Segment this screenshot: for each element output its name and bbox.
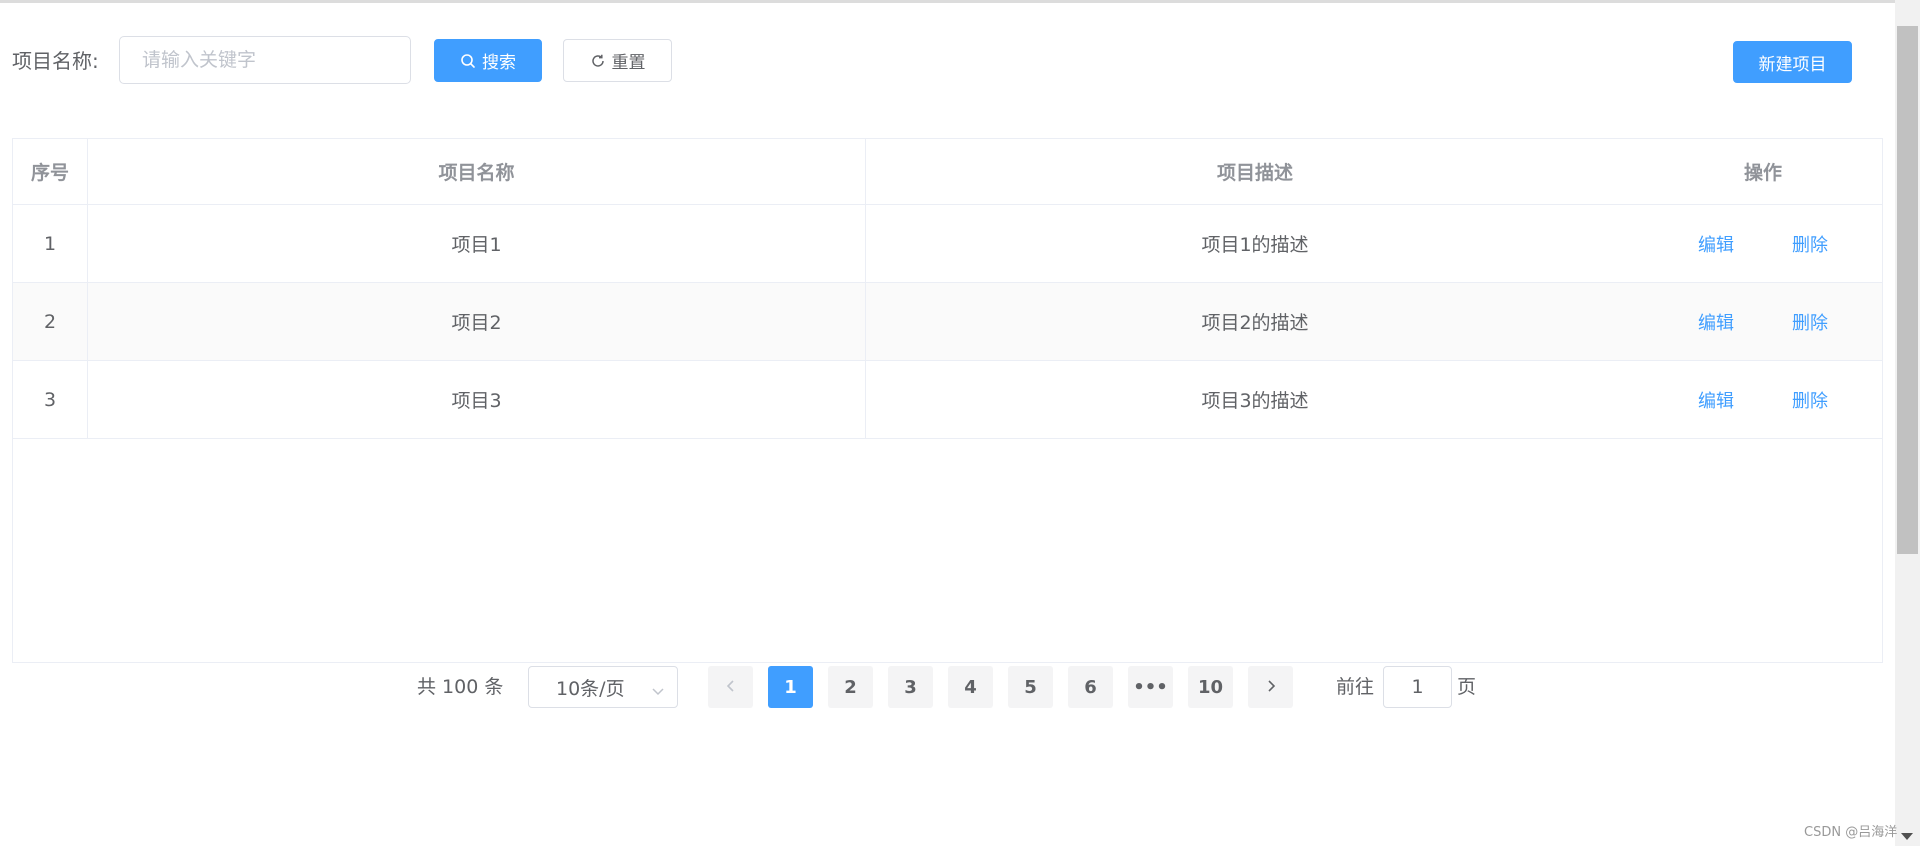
edit-link[interactable]: 编辑 — [1698, 231, 1734, 257]
row-operations: 编辑 删除 — [1644, 283, 1882, 360]
header-operations: 操作 — [1743, 162, 1782, 184]
row-name: 项目1 — [88, 205, 866, 282]
search-button[interactable]: 搜索 — [434, 39, 542, 82]
page-size-select[interactable]: 10条/页 — [528, 666, 678, 708]
page-button[interactable]: 4 — [948, 666, 993, 708]
table-row: 1 项目1 项目1的描述 编辑 删除 — [13, 205, 1882, 283]
goto-suffix: 页 — [1457, 676, 1477, 698]
pagination-total: 共 100 条 — [417, 676, 504, 698]
delete-link[interactable]: 删除 — [1792, 387, 1828, 413]
row-index: 3 — [13, 361, 88, 438]
new-project-button-label: 新建项目 — [1758, 54, 1827, 75]
page-button[interactable]: 6 — [1068, 666, 1113, 708]
delete-link[interactable]: 删除 — [1792, 231, 1828, 257]
row-description: 项目2的描述 — [1201, 312, 1309, 334]
row-name: 项目2 — [88, 283, 866, 360]
reset-button[interactable]: 重置 — [563, 39, 672, 82]
next-page-button[interactable] — [1248, 666, 1293, 708]
table-header: 序号 项目名称 项目描述 操作 — [13, 139, 1882, 205]
row-name: 项目3 — [88, 361, 866, 438]
page-button[interactable]: 10 — [1188, 666, 1233, 708]
scrollbar-thumb[interactable] — [1897, 26, 1918, 554]
watermark: CSDN @吕海洋 — [1804, 825, 1898, 840]
new-project-button[interactable]: 新建项目 — [1733, 41, 1852, 83]
delete-link[interactable]: 删除 — [1792, 309, 1828, 335]
header-description: 项目描述 — [1216, 162, 1293, 184]
page-button[interactable]: 3 — [888, 666, 933, 708]
edit-link[interactable]: 编辑 — [1698, 387, 1734, 413]
more-pages-button[interactable]: ••• — [1128, 666, 1173, 708]
edit-link[interactable]: 编辑 — [1698, 309, 1734, 335]
refresh-icon — [590, 53, 606, 69]
top-border — [0, 0, 1920, 3]
chevron-down-icon — [651, 681, 665, 703]
reset-button-label: 重置 — [611, 53, 646, 73]
chevron-right-icon — [1265, 677, 1277, 698]
table-row: 3 项目3 项目3的描述 编辑 删除 — [13, 361, 1882, 439]
row-description: 项目3的描述 — [1201, 390, 1309, 412]
search-button-label: 搜索 — [482, 53, 516, 73]
page-button[interactable]: 1 — [768, 666, 813, 708]
row-description: 项目1的描述 — [1201, 234, 1309, 256]
row-index: 2 — [13, 283, 88, 360]
page-button[interactable]: 5 — [1008, 666, 1053, 708]
page-size-value: 10条/页 — [556, 677, 625, 700]
scroll-down-icon[interactable] — [1899, 828, 1915, 846]
project-table: 序号 项目名称 项目描述 操作 1 项目1 项目1的描述 编辑 删除 2 项目2… — [12, 138, 1883, 663]
goto-page-input[interactable] — [1383, 666, 1452, 708]
search-icon — [460, 53, 476, 69]
table-row: 2 项目2 项目2的描述 编辑 删除 — [13, 283, 1882, 361]
search-input[interactable] — [119, 36, 411, 84]
goto-label: 前往 — [1336, 676, 1375, 698]
row-operations: 编辑 删除 — [1644, 361, 1882, 438]
header-name: 项目名称 — [88, 139, 866, 204]
page-button[interactable]: 2 — [828, 666, 873, 708]
chevron-left-icon — [725, 677, 737, 698]
prev-page-button[interactable] — [708, 666, 753, 708]
header-index: 序号 — [13, 139, 88, 204]
row-index: 1 — [13, 205, 88, 282]
row-operations: 编辑 删除 — [1644, 205, 1882, 282]
project-name-label: 项目名称: — [12, 49, 99, 73]
